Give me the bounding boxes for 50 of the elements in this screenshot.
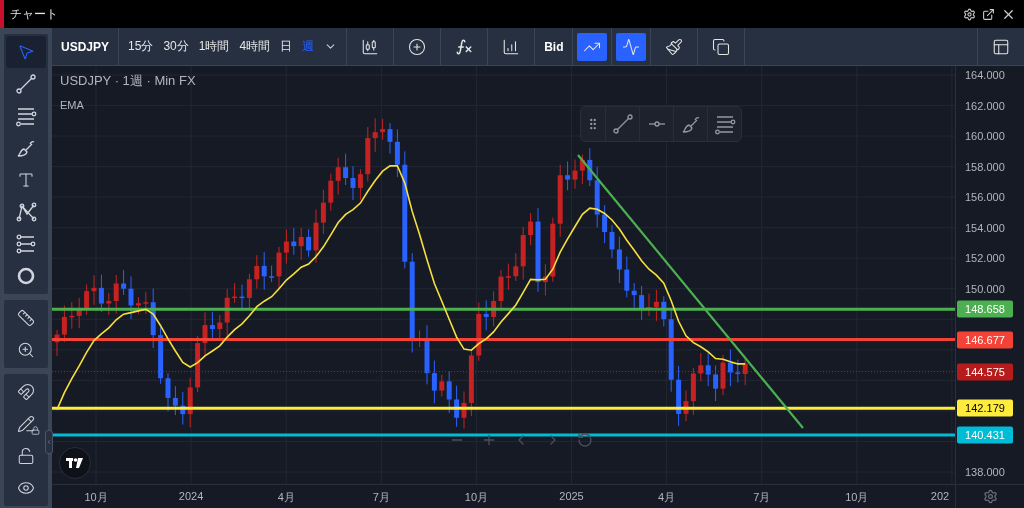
window-title: チャート — [10, 5, 58, 23]
interval-tab[interactable]: 1時間 — [198, 38, 230, 55]
time-tick: 4月 — [277, 490, 295, 505]
candlestick-icon[interactable] — [361, 37, 380, 56]
popout-icon[interactable] — [982, 7, 995, 21]
time-tick: 10月 — [845, 490, 869, 505]
plus-circle-icon[interactable] — [408, 37, 427, 56]
price-label: 148.658 — [957, 300, 1013, 318]
interval-tab[interactable]: 30分 — [163, 38, 189, 55]
price-tick: 150.000 — [965, 282, 1005, 295]
time-tick: 4月 — [658, 490, 676, 505]
interval-tab[interactable]: 日 — [280, 38, 293, 55]
time-tick: 7月 — [753, 490, 771, 505]
horizontal-price-line[interactable] — [52, 307, 955, 311]
interval-tab[interactable]: 4時間 — [239, 38, 271, 55]
function-icon[interactable] — [455, 37, 474, 56]
interval-tab[interactable]: 15分 — [128, 38, 154, 55]
price-label: 146.677 — [957, 331, 1013, 348]
price-label: 144.575 — [957, 363, 1013, 381]
logo-icon[interactable] — [59, 447, 91, 479]
price-label: 142.179 — [957, 399, 1013, 417]
pulse-toggle-button[interactable] — [616, 32, 647, 61]
time-tick: 2024 — [178, 490, 204, 502]
trend-line[interactable] — [577, 154, 804, 429]
price-tick: 160.000 — [965, 130, 1005, 143]
time-tick: 2025 — [559, 490, 584, 502]
trend-toggle-button[interactable] — [577, 32, 608, 61]
chart-legend: USDJPY · 1週 · Min FX — [60, 72, 196, 90]
brush-icon[interactable] — [665, 37, 684, 56]
copy-icon[interactable] — [712, 37, 731, 56]
collapse-handle[interactable] — [45, 430, 53, 454]
time-tick: 10月 — [464, 490, 488, 505]
time-tick: 7月 — [372, 490, 390, 505]
price-label: 140.431 — [957, 426, 1013, 444]
price-tick: 164.000 — [965, 69, 1005, 81]
bar-chart-icon[interactable] — [502, 37, 521, 56]
indicator-label[interactable]: EMA — [60, 99, 196, 111]
price-tick: 138.000 — [965, 466, 1005, 478]
price-tick: 156.000 — [965, 191, 1005, 204]
price-tick: 152.000 — [965, 252, 1005, 265]
symbol-label[interactable]: USDJPY — [61, 39, 110, 54]
reset-icon[interactable] — [575, 430, 595, 450]
time-tick: 10月 — [84, 490, 108, 505]
price-tick: 162.000 — [965, 99, 1005, 112]
price-tick: 154.000 — [965, 221, 1005, 234]
layout-icon[interactable] — [992, 37, 1010, 56]
time-tick: 202 — [930, 490, 950, 502]
price-tick: 158.000 — [965, 160, 1005, 173]
price-type-button[interactable]: Bid — [544, 39, 564, 54]
pulse-icon[interactable] — [622, 37, 641, 56]
